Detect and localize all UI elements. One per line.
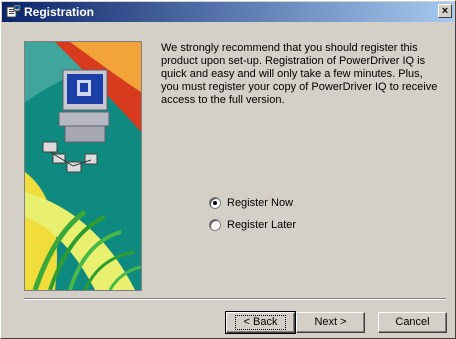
register-later-label[interactable]: Register Later (227, 217, 296, 233)
next-button[interactable]: Next > (296, 312, 365, 333)
registration-app-icon (6, 5, 21, 18)
radio-selected-dot (213, 201, 217, 205)
back-button[interactable]: < Back (225, 311, 296, 334)
cancel-button[interactable]: Cancel (378, 312, 447, 333)
close-button[interactable]: × (438, 4, 452, 18)
button-separator (24, 298, 446, 300)
back-button-label: < Back (234, 315, 287, 330)
computer-network-illustration (24, 41, 142, 291)
window-title: Registration (24, 5, 95, 19)
title-bar[interactable]: Registration × (2, 2, 454, 22)
register-now-label[interactable]: Register Now (227, 195, 293, 211)
registration-message: We strongly recommend that you should re… (161, 42, 438, 106)
register-now-radio[interactable] (209, 197, 221, 209)
registration-dialog: Registration × We strongly recommend tha… (0, 0, 456, 339)
cancel-button-label: Cancel (395, 316, 430, 328)
close-icon: × (441, 5, 449, 17)
next-button-label: Next > (314, 316, 347, 328)
register-later-radio[interactable] (209, 219, 221, 231)
